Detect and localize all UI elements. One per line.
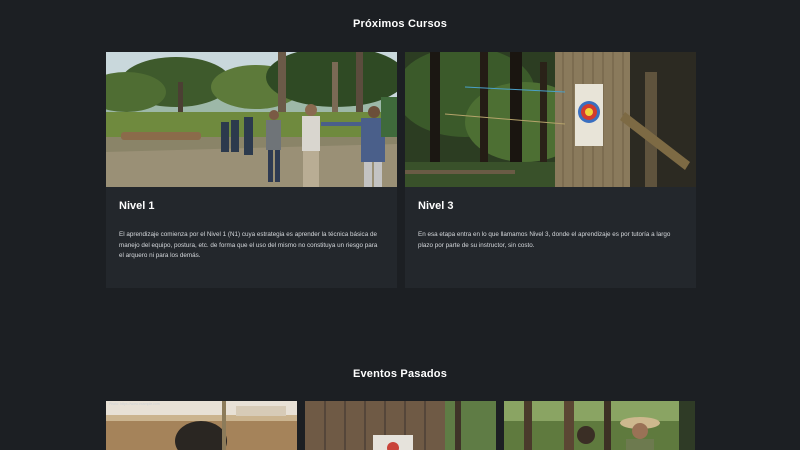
course-card-title: Nivel 3 [418, 200, 454, 212]
course-image-archers-line [106, 52, 397, 187]
event-thumbnail[interactable] [504, 401, 695, 450]
course-card-title: Nivel 1 [119, 200, 155, 212]
course-card-description: En esa etapa entra en lo que llamamos Ni… [418, 231, 671, 249]
course-card-nivel-3[interactable]: Nivel 3 En esa etapa entra en lo que lla… [405, 52, 696, 288]
course-card-description: El aprendizaje comienza por el Nivel 1 (… [119, 231, 378, 259]
event-photo-caption: Photo: https://www.example.com [109, 402, 160, 406]
section-title-proximos-cursos: Próximos Cursos [352, 18, 448, 30]
course-image-target-forest [405, 52, 696, 187]
event-thumbnail[interactable] [305, 401, 496, 450]
section-title-eventos-pasados: Eventos Pasados [352, 368, 448, 380]
course-card-nivel-1[interactable]: Nivel 1 El aprendizaje comienza por el N… [106, 52, 397, 288]
event-thumbnail[interactable]: Photo: https://www.example.com [106, 401, 297, 450]
